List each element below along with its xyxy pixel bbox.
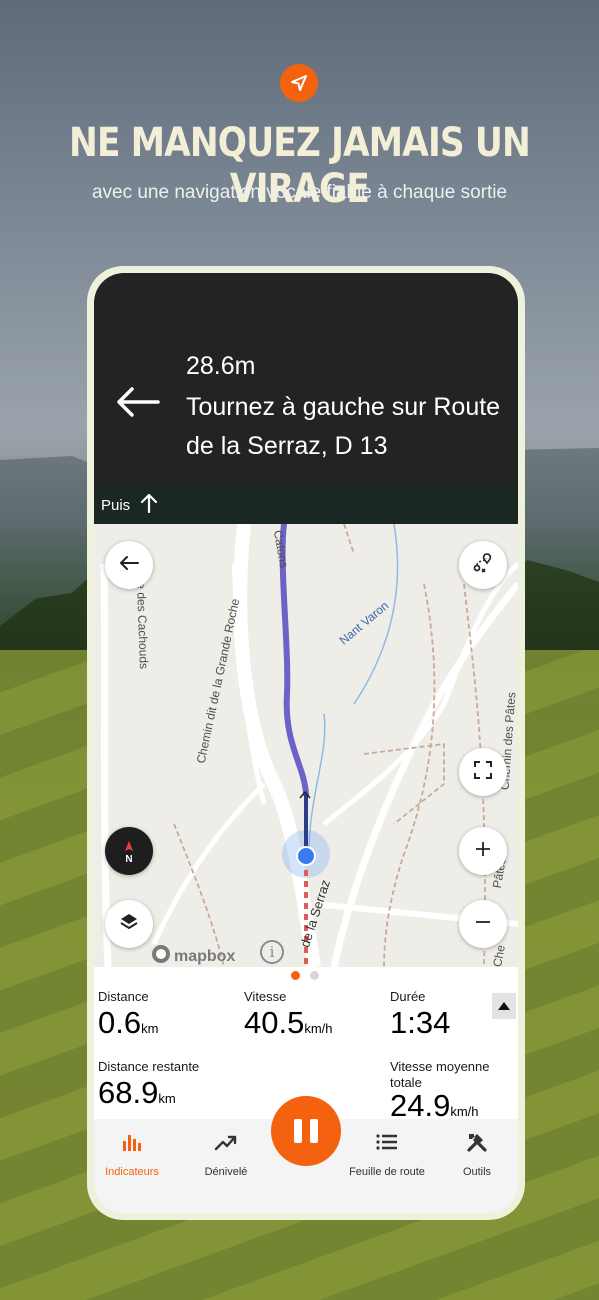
stat-label: Vitesse moyenne totale <box>390 1059 490 1090</box>
stat-value: 40.5 <box>244 1005 305 1040</box>
zoom-in-button[interactable] <box>459 827 507 875</box>
layers-icon <box>119 912 139 937</box>
stat-unit: km/h <box>304 1021 333 1036</box>
tab-label: Outils <box>462 1166 492 1178</box>
tools-icon <box>466 1131 488 1158</box>
page-dot-active <box>291 971 300 980</box>
tab-denivele[interactable]: Dénivelé <box>196 1131 256 1178</box>
turn-left-arrow-icon <box>116 386 160 423</box>
bar-chart-icon <box>121 1131 143 1158</box>
compass-button[interactable]: N <box>105 827 153 875</box>
map-layers-button[interactable] <box>105 900 153 948</box>
caret-up-icon <box>498 997 510 1015</box>
minus-icon <box>474 913 492 936</box>
stat-label: Distance restante <box>98 1059 200 1074</box>
tab-label: Indicateurs <box>105 1166 159 1178</box>
stat-value: 24.9 <box>390 1088 451 1123</box>
info-icon[interactable]: i <box>260 940 284 964</box>
fullscreen-button[interactable] <box>459 748 507 796</box>
bottom-tab-bar: Indicateurs Dénivelé Feuille de route Ou… <box>94 1096 518 1213</box>
app-screen: 28.6m Tournez à gauche sur Route de la S… <box>94 273 518 1213</box>
stat-speed: Vitesse 40.5km/h <box>244 989 333 1041</box>
mapbox-attribution[interactable]: mapbox <box>151 944 235 967</box>
stat-distance: Distance 0.6km <box>98 989 158 1041</box>
stat-value: 0.6 <box>98 1005 142 1040</box>
stat-label: Vitesse <box>244 989 287 1004</box>
tab-label: Feuille de route <box>349 1166 425 1178</box>
then-label: Puis <box>101 496 131 514</box>
tab-feuille-de-route[interactable]: Feuille de route <box>342 1131 432 1178</box>
promo-subline: avec une navigation vocale fiable à chaq… <box>91 182 508 203</box>
stat-label: Durée <box>390 989 426 1004</box>
stat-remaining-distance: Distance restante 68.9km <box>98 1059 199 1111</box>
route-pin-icon <box>472 552 494 579</box>
page-dot <box>310 971 319 980</box>
list-icon <box>375 1131 399 1158</box>
turn-distance: 28.6m <box>186 352 256 380</box>
straight-arrow-icon <box>140 493 158 518</box>
pause-icon <box>290 1119 322 1143</box>
compass-label: N <box>125 853 133 865</box>
pause-button[interactable] <box>271 1096 341 1166</box>
back-arrow-icon <box>119 555 139 576</box>
page-indicator <box>291 971 319 980</box>
trend-up-icon <box>214 1131 238 1158</box>
zoom-out-button[interactable] <box>459 900 507 948</box>
route-options-button[interactable] <box>459 541 507 589</box>
tab-indicateurs[interactable]: Indicateurs <box>102 1131 162 1178</box>
stat-label: Distance <box>98 989 149 1004</box>
phone-frame: 28.6m Tournez à gauche sur Route de la S… <box>87 266 525 1220</box>
back-button[interactable] <box>105 541 153 589</box>
collapse-stats-button[interactable] <box>492 993 516 1019</box>
turn-instruction: Tournez à gauche sur Route de la Serraz,… <box>186 393 501 460</box>
map-canvas <box>94 524 518 967</box>
map-view[interactable]: Route des Cachouds Chemin dit de la Gran… <box>94 524 518 967</box>
tab-label: Dénivelé <box>204 1166 248 1178</box>
stat-unit: km <box>158 1091 176 1106</box>
next-maneuver-bar: Puis <box>94 486 518 524</box>
navigation-arrow-icon <box>280 64 318 102</box>
tab-outils[interactable]: Outils <box>452 1131 502 1178</box>
stat-value: 68.9 <box>98 1075 159 1110</box>
mapbox-text: mapbox <box>174 947 236 965</box>
stat-value: 1:34 <box>390 1005 451 1040</box>
turn-instruction-panel: 28.6m Tournez à gauche sur Route de la S… <box>94 273 518 486</box>
stat-duration: Durée 1:34 <box>390 989 450 1041</box>
fullscreen-icon <box>473 760 493 785</box>
mapbox-logo-icon <box>151 944 171 967</box>
stat-average-speed: Vitesse moyenne totale 24.9km/h <box>390 1059 510 1124</box>
plus-icon <box>474 840 492 863</box>
stat-unit: km/h <box>450 1104 479 1119</box>
stat-unit: km <box>141 1021 159 1036</box>
